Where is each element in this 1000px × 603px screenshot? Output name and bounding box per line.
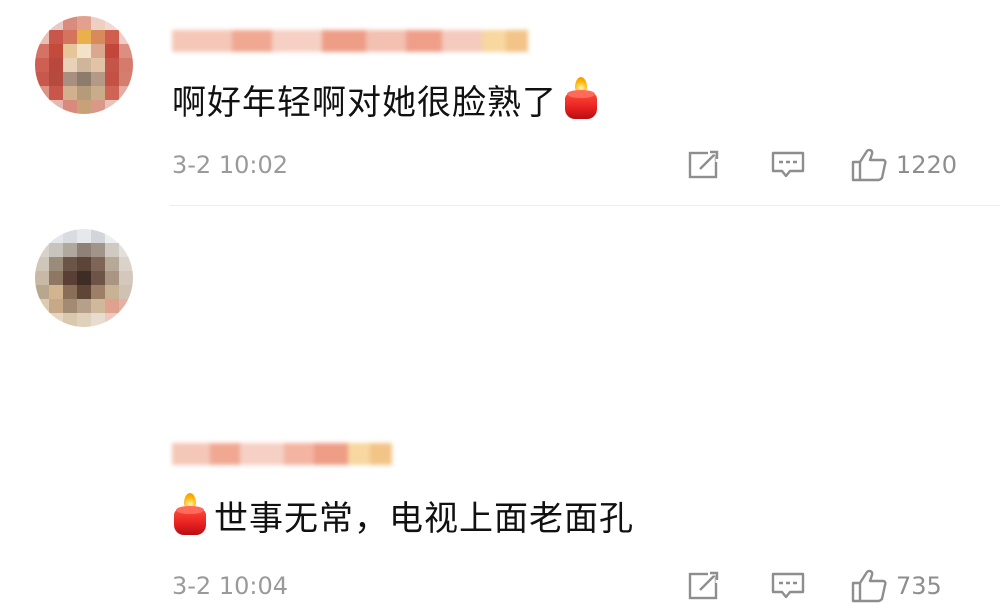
candle-icon (563, 77, 599, 121)
candle-icon (172, 493, 208, 537)
like-button[interactable]: 735 (850, 569, 942, 603)
reply-button[interactable] (770, 150, 806, 180)
like-button[interactable]: 1220 (850, 148, 958, 182)
avatar-mosaic (35, 16, 133, 114)
share-icon (688, 150, 722, 180)
reply-button[interactable] (770, 571, 806, 601)
thumbs-up-icon (850, 148, 888, 182)
avatar-mosaic (35, 229, 133, 327)
comment-meta: 3-2 10:04 735 (172, 569, 1000, 603)
share-button[interactable] (688, 571, 722, 601)
comment-text: 世事无常，电视上面老面孔 (214, 498, 634, 539)
username-blurred[interactable] (172, 30, 528, 52)
avatar[interactable] (35, 16, 133, 114)
like-count: 1220 (896, 151, 958, 179)
like-count: 735 (896, 572, 942, 600)
comment-text: 啊好年轻啊对她很脸熟了 (172, 82, 557, 123)
share-icon (688, 571, 722, 601)
comment-icon (770, 571, 806, 601)
timestamp: 3-2 10:02 (172, 151, 288, 179)
comment-meta: 3-2 10:02 1220 (172, 148, 1000, 182)
comment-text-row: 世事无常，电视上面老面孔 (172, 490, 634, 540)
share-button[interactable] (688, 150, 722, 180)
comment-icon (770, 150, 806, 180)
comment-item: 啊好年轻啊对她很脸熟了 3-2 10:02 1220 (0, 0, 1000, 205)
comment-text-row: 啊好年轻啊对她很脸熟了 (172, 74, 605, 124)
comment-item: 世事无常，电视上面老面孔 3-2 10:04 735 (0, 206, 1000, 603)
timestamp: 3-2 10:04 (172, 572, 288, 600)
avatar[interactable] (35, 229, 133, 327)
username-blurred[interactable] (172, 443, 392, 465)
thumbs-up-icon (850, 569, 888, 603)
